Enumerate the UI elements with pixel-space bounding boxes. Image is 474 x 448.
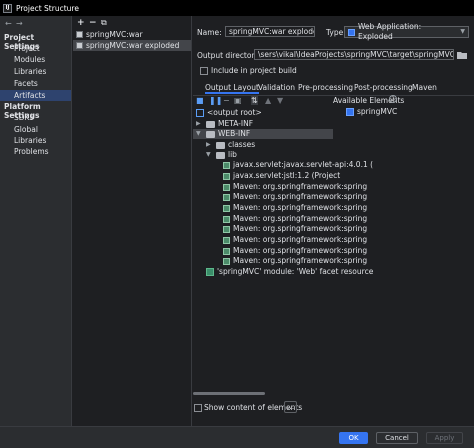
tree-row-meta-inf[interactable]: ▶ META-INF: [196, 119, 253, 129]
library-jar-icon: [223, 247, 230, 255]
tree-row-output-root[interactable]: <output root>: [196, 108, 262, 118]
nav-item-modules[interactable]: Modules: [0, 54, 71, 65]
tree-label: javax.servlet:jstl:1.2 (Project: [233, 171, 341, 180]
horizontal-scrollbar[interactable]: [193, 392, 265, 395]
layout-toolbar: ■ ❚❚ − ▣ ⇅ ▲ ▼: [193, 96, 333, 106]
available-item-label: springMVC: [357, 107, 398, 116]
tree-label: <output root>: [207, 108, 262, 117]
tree-row-lib[interactable]: ▼ lib: [206, 150, 237, 160]
tree-row-library[interactable]: javax.servlet:jstl:1.2 (Project: [223, 171, 340, 181]
window-title: Project Structure: [16, 3, 79, 13]
folder-icon: [206, 120, 215, 128]
tree-label: META-INF: [218, 119, 254, 128]
tab-pre-processing[interactable]: Pre-processing: [298, 82, 353, 94]
collapse-chevron-icon[interactable]: ▼: [206, 150, 213, 160]
remove-element-icon[interactable]: −: [223, 96, 230, 105]
move-down-icon[interactable]: ▼: [277, 96, 283, 105]
show-content-checkbox[interactable]: [194, 404, 202, 412]
folder-icon: [216, 141, 225, 149]
tree-label: classes: [228, 140, 256, 149]
library-jar-icon: [223, 236, 230, 244]
tab-maven[interactable]: Maven: [412, 82, 437, 94]
cancel-button[interactable]: Cancel: [376, 432, 418, 444]
tree-row-web-inf[interactable]: ▼ WEB-INF: [193, 129, 333, 139]
include-in-build-label: Include in project build: [211, 66, 297, 75]
nav-item-global-libraries[interactable]: Global Libraries: [0, 124, 71, 145]
name-input[interactable]: springMVC:war exploded: [225, 26, 315, 37]
forward-arrow-icon[interactable]: →: [16, 19, 23, 28]
sort-elements-icon[interactable]: ⇅: [251, 96, 258, 105]
add-artifact-button[interactable]: +: [77, 18, 85, 28]
available-item-module[interactable]: springMVC: [346, 107, 397, 117]
help-icon[interactable]: ?: [389, 95, 397, 103]
tree-row-classes[interactable]: ▶ classes: [206, 140, 255, 150]
folder-icon: [206, 130, 215, 138]
new-folder-icon[interactable]: ■: [196, 96, 204, 105]
tab-output-layout[interactable]: Output Layout: [205, 82, 259, 94]
nav-item-libraries[interactable]: Libraries: [0, 66, 71, 77]
apply-button[interactable]: Apply: [426, 432, 463, 444]
nav-item-problems[interactable]: Problems: [0, 146, 71, 157]
tree-label: lib: [228, 150, 237, 159]
available-elements-panel: Available Elements ? springMVC: [333, 95, 474, 407]
nav-item-project[interactable]: Project: [0, 43, 71, 54]
add-copy-icon[interactable]: ❚❚: [209, 96, 222, 105]
library-jar-icon: [223, 172, 230, 180]
type-value: Web Application: Exploded: [357, 22, 422, 41]
move-up-icon[interactable]: ▲: [265, 96, 271, 105]
folder-icon: [216, 151, 225, 159]
module-icon: [346, 108, 354, 116]
output-directory-input[interactable]: \sers\vikal\IdeaProjects\springMVC\targe…: [254, 49, 454, 60]
chevron-down-icon: ▼: [460, 28, 465, 35]
tree-label: WEB-INF: [218, 129, 251, 138]
expand-chevron-icon[interactable]: ▶: [196, 119, 203, 129]
output-layout-tree: ■ ❚❚ − ▣ ⇅ ▲ ▼ <output root> ▶ META-INF …: [193, 96, 373, 407]
more-options-button[interactable]: ...: [284, 401, 297, 413]
artifact-details: Name: springMVC:war exploded Type: Web A…: [193, 16, 474, 426]
intellij-app-icon: IJ: [3, 3, 12, 13]
tab-validation[interactable]: Validation: [258, 82, 295, 94]
type-select[interactable]: Web Application: Exploded ▼: [344, 22, 469, 41]
library-jar-icon: [223, 257, 230, 265]
library-jar-icon: [223, 215, 230, 223]
output-root-icon: [196, 109, 204, 117]
back-arrow-icon[interactable]: ←: [5, 19, 12, 28]
output-directory-label: Output directory:: [197, 51, 261, 60]
dialog-footer: OK Cancel Apply: [0, 426, 474, 448]
remove-artifact-button[interactable]: −: [89, 18, 97, 28]
expand-chevron-icon[interactable]: ▶: [206, 140, 213, 150]
ok-button[interactable]: OK: [339, 432, 368, 444]
war-exploded-icon: [76, 42, 83, 49]
nav-item-artifacts[interactable]: Artifacts: [0, 90, 71, 101]
extract-artifact-icon[interactable]: ▣: [234, 96, 242, 105]
collapse-chevron-icon[interactable]: ▼: [196, 129, 203, 139]
library-jar-icon: [223, 161, 230, 169]
include-in-build-checkbox[interactable]: [200, 67, 208, 75]
type-label: Type:: [326, 28, 346, 37]
name-label: Name:: [197, 28, 222, 37]
web-facet-icon: [206, 268, 214, 276]
web-app-icon: [348, 28, 355, 36]
tab-post-processing[interactable]: Post-processing: [354, 82, 413, 94]
browse-folder-icon[interactable]: [457, 50, 467, 60]
library-jar-icon: [223, 204, 230, 212]
title-bar: IJ Project Structure: [0, 0, 474, 16]
artifact-item-war-exploded[interactable]: springMVC:war exploded: [73, 40, 191, 51]
artifact-label: springMVC:war: [86, 30, 143, 39]
artifacts-list-pane: + − ⧉ springMVC:war springMVC:war explod…: [71, 16, 192, 426]
artifact-item-war[interactable]: springMVC:war: [73, 29, 191, 40]
nav-item-facets[interactable]: Facets: [0, 78, 71, 89]
library-jar-icon: [223, 183, 230, 191]
war-icon: [76, 31, 83, 38]
nav-item-sdks[interactable]: SDKs: [0, 112, 71, 123]
library-jar-icon: [223, 225, 230, 233]
artifact-label: springMVC:war exploded: [86, 41, 180, 50]
library-jar-icon: [223, 193, 230, 201]
copy-artifact-icon[interactable]: ⧉: [101, 18, 107, 28]
settings-navigation: ← → Project Settings Project Modules Lib…: [0, 16, 71, 426]
